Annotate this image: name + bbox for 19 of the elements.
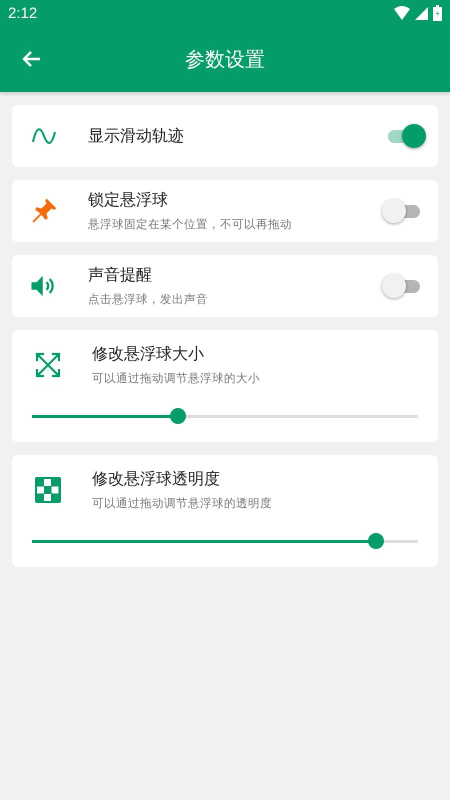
setting-title: 修改悬浮球大小 [92, 344, 205, 365]
page-title: 参数设置 [185, 46, 265, 72]
setting-description: 可以通过拖动调节悬浮球的透明度 [92, 496, 273, 511]
checkerboard-icon [34, 476, 62, 504]
setting-title: 声音提醒 [88, 265, 153, 286]
slider-thumb[interactable] [170, 408, 186, 424]
slider-thumb[interactable] [368, 532, 384, 548]
wifi-icon [394, 6, 410, 20]
setting-title: 修改悬浮球透明度 [92, 469, 221, 490]
setting-description: 点击悬浮球，发出声音 [88, 292, 209, 307]
setting-description: 悬浮球固定在某个位置，不可以再拖动 [88, 217, 293, 232]
setting-title: 锁定悬浮球 [88, 190, 169, 211]
setting-description: 可以通过拖动调节悬浮球的大小 [92, 371, 261, 386]
wave-icon [31, 126, 57, 146]
signal-icon [415, 6, 428, 20]
expand-arrows-icon [34, 351, 62, 379]
status-time: 2:12 [8, 4, 38, 22]
battery-icon [433, 5, 442, 21]
setting-title: 显示滑动轨迹 [88, 126, 185, 146]
